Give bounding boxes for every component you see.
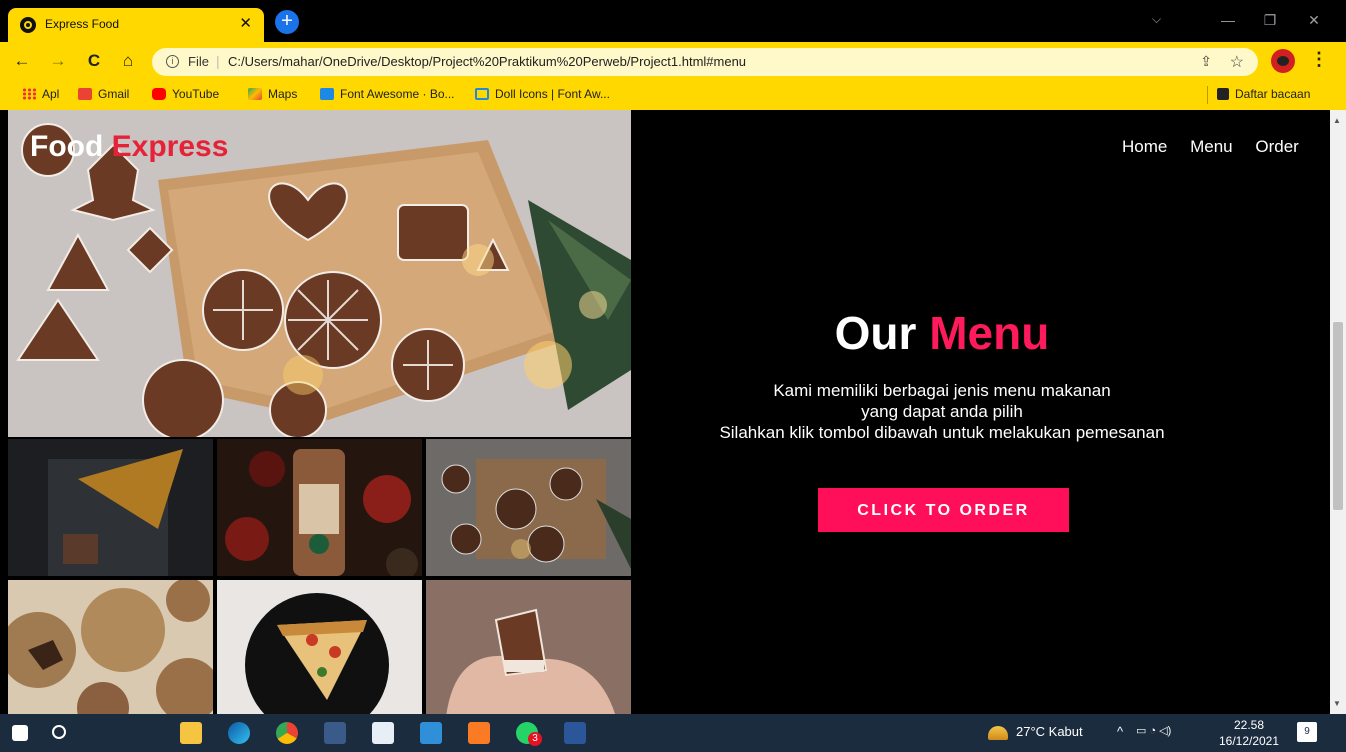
bookmark-apl[interactable]: Apl: [22, 87, 59, 101]
site-info-icon[interactable]: i: [166, 55, 179, 68]
word-icon[interactable]: [564, 722, 586, 744]
battery-network-volume-icons[interactable]: ▭ ◔ ◁): [1136, 724, 1171, 737]
description-line-1: Kami memiliki berbagai jenis menu makana…: [773, 381, 1111, 400]
browser-tab[interactable]: Express Food ✕: [8, 8, 264, 42]
page-scrollbar[interactable]: ▲ ▼: [1330, 110, 1346, 714]
gallery-photo-cookies: [8, 580, 213, 714]
gallery-photo-cookie-hands: [426, 580, 631, 714]
clock-time: 22.58: [1233, 718, 1265, 732]
clock-date: 16/12/2021: [1218, 734, 1280, 748]
main-navigation: Home Menu Order: [1122, 137, 1317, 157]
nav-link-order[interactable]: Order: [1255, 137, 1298, 156]
whatsapp-icon[interactable]: 3: [516, 722, 542, 746]
bootstrap-icon: [320, 88, 334, 100]
notepad-icon[interactable]: [372, 722, 394, 744]
minimize-button[interactable]: —: [1208, 8, 1248, 32]
gallery-photo-coffee-bottle: [217, 439, 422, 576]
bookmarks-divider: [1207, 86, 1208, 104]
address-bar[interactable]: i File | C:/Users/mahar/OneDrive/Desktop…: [152, 48, 1258, 76]
search-icon[interactable]: [52, 725, 66, 739]
menu-description: Kami memiliki berbagai jenis menu makana…: [632, 380, 1252, 443]
apps-grid-icon: [22, 88, 36, 100]
flag-icon: [475, 88, 489, 100]
reload-button[interactable]: C: [84, 51, 104, 71]
scrollbar-thumb[interactable]: [1333, 322, 1343, 510]
bookmarks-bar: Apl Gmail YouTube Maps Font Awesome · Bo…: [0, 80, 1346, 110]
gingerbread-board-drawing: [426, 439, 631, 576]
menu-heading: Our Menu: [632, 306, 1252, 360]
cookie-hands-drawing: [426, 580, 631, 714]
description-line-2: yang dapat anda pilih: [861, 402, 1023, 421]
bookmark-gmail[interactable]: Gmail: [78, 87, 129, 101]
cookies-drawing: [8, 580, 213, 714]
screen-capture-icon[interactable]: [324, 722, 346, 744]
browser-menu-icon[interactable]: ⋮: [1310, 49, 1328, 70]
file-explorer-icon[interactable]: [180, 722, 202, 744]
weather-text[interactable]: 27°C Kabut: [1016, 724, 1083, 739]
xampp-icon[interactable]: [468, 722, 490, 744]
tab-close-icon[interactable]: ✕: [239, 15, 252, 33]
close-window-button[interactable]: ✕: [1294, 8, 1334, 32]
gallery-photo-pastry-chair: [8, 439, 213, 576]
logo-text-express: Express: [111, 130, 229, 163]
scheme-label: File: [188, 54, 209, 69]
forward-button[interactable]: →: [48, 51, 68, 71]
gallery-photo-pizza: [217, 580, 422, 714]
new-tab-button[interactable]: +: [275, 10, 299, 34]
maps-icon: [248, 88, 262, 100]
back-button[interactable]: ←: [12, 51, 32, 71]
nav-link-home[interactable]: Home: [1122, 137, 1167, 156]
whatsapp-badge: 3: [528, 732, 542, 746]
reading-list-button[interactable]: Daftar bacaan: [1217, 87, 1310, 101]
tab-title: Express Food: [45, 17, 120, 31]
notification-center-icon[interactable]: 9: [1297, 722, 1317, 742]
share-icon[interactable]: ⇪: [1200, 53, 1212, 70]
pizza-drawing: [217, 580, 422, 714]
weather-icon[interactable]: [988, 726, 1008, 740]
click-to-order-button[interactable]: CLICK TO ORDER: [818, 488, 1069, 532]
home-button[interactable]: ⌂: [118, 51, 138, 71]
heading-menu: Menu: [929, 307, 1050, 359]
pastry-chair-drawing: [8, 439, 213, 576]
clock[interactable]: 22.58 16/12/2021: [1216, 717, 1282, 749]
youtube-icon: [152, 88, 166, 100]
tray-overflow-icon[interactable]: ^: [1117, 724, 1123, 739]
profile-avatar[interactable]: [1271, 49, 1295, 73]
bookmark-doll-icons[interactable]: Doll Icons | Font Aw...: [475, 87, 610, 101]
omnibox-separator: |: [216, 53, 220, 69]
chrome-icon[interactable]: [276, 722, 298, 744]
gallery-photo-gingerbread-board: [426, 439, 631, 576]
start-icon[interactable]: [12, 725, 28, 741]
restore-button[interactable]: ❐: [1250, 8, 1290, 32]
browser-toolbar: ← → C ⌂ i File | C:/Users/mahar/OneDrive…: [0, 42, 1346, 80]
site-logo[interactable]: Food Express: [30, 130, 228, 164]
description-line-3: Silahkan klik tombol dibawah untuk melak…: [719, 423, 1165, 442]
scroll-up-arrow-icon[interactable]: ▲: [1333, 116, 1341, 125]
site-favicon-icon: [20, 17, 36, 33]
heading-our: Our: [834, 307, 917, 359]
tab-strip: Express Food ✕ + ⌵ — ❐ ✕: [0, 0, 1346, 42]
page-viewport: Food Express Home Menu Order Our Menu Ka…: [0, 110, 1330, 714]
scroll-down-arrow-icon[interactable]: ▼: [1333, 699, 1341, 708]
tab-search-icon[interactable]: ⌵: [1152, 12, 1161, 27]
logo-text-food: Food: [30, 130, 104, 163]
bookmark-maps[interactable]: Maps: [248, 87, 297, 101]
food-gallery: [8, 439, 631, 714]
vscode-icon[interactable]: [420, 722, 442, 744]
url-text[interactable]: C:/Users/mahar/OneDrive/Desktop/Project%…: [228, 54, 746, 69]
bookmark-font-awesome[interactable]: Font Awesome · Bo...: [320, 87, 455, 101]
bookmark-youtube[interactable]: YouTube: [152, 87, 219, 101]
reading-list-icon: [1217, 88, 1229, 100]
gmail-icon: [78, 88, 92, 100]
windows-taskbar: 3 27°C Kabut ^ ▭ ◔ ◁) 22.58 16/12/2021 9: [0, 714, 1346, 752]
edge-icon[interactable]: [228, 722, 250, 744]
bookmark-star-icon[interactable]: ☆: [1230, 52, 1244, 72]
nav-link-menu[interactable]: Menu: [1190, 137, 1233, 156]
coffee-bottle-drawing: [217, 439, 422, 576]
